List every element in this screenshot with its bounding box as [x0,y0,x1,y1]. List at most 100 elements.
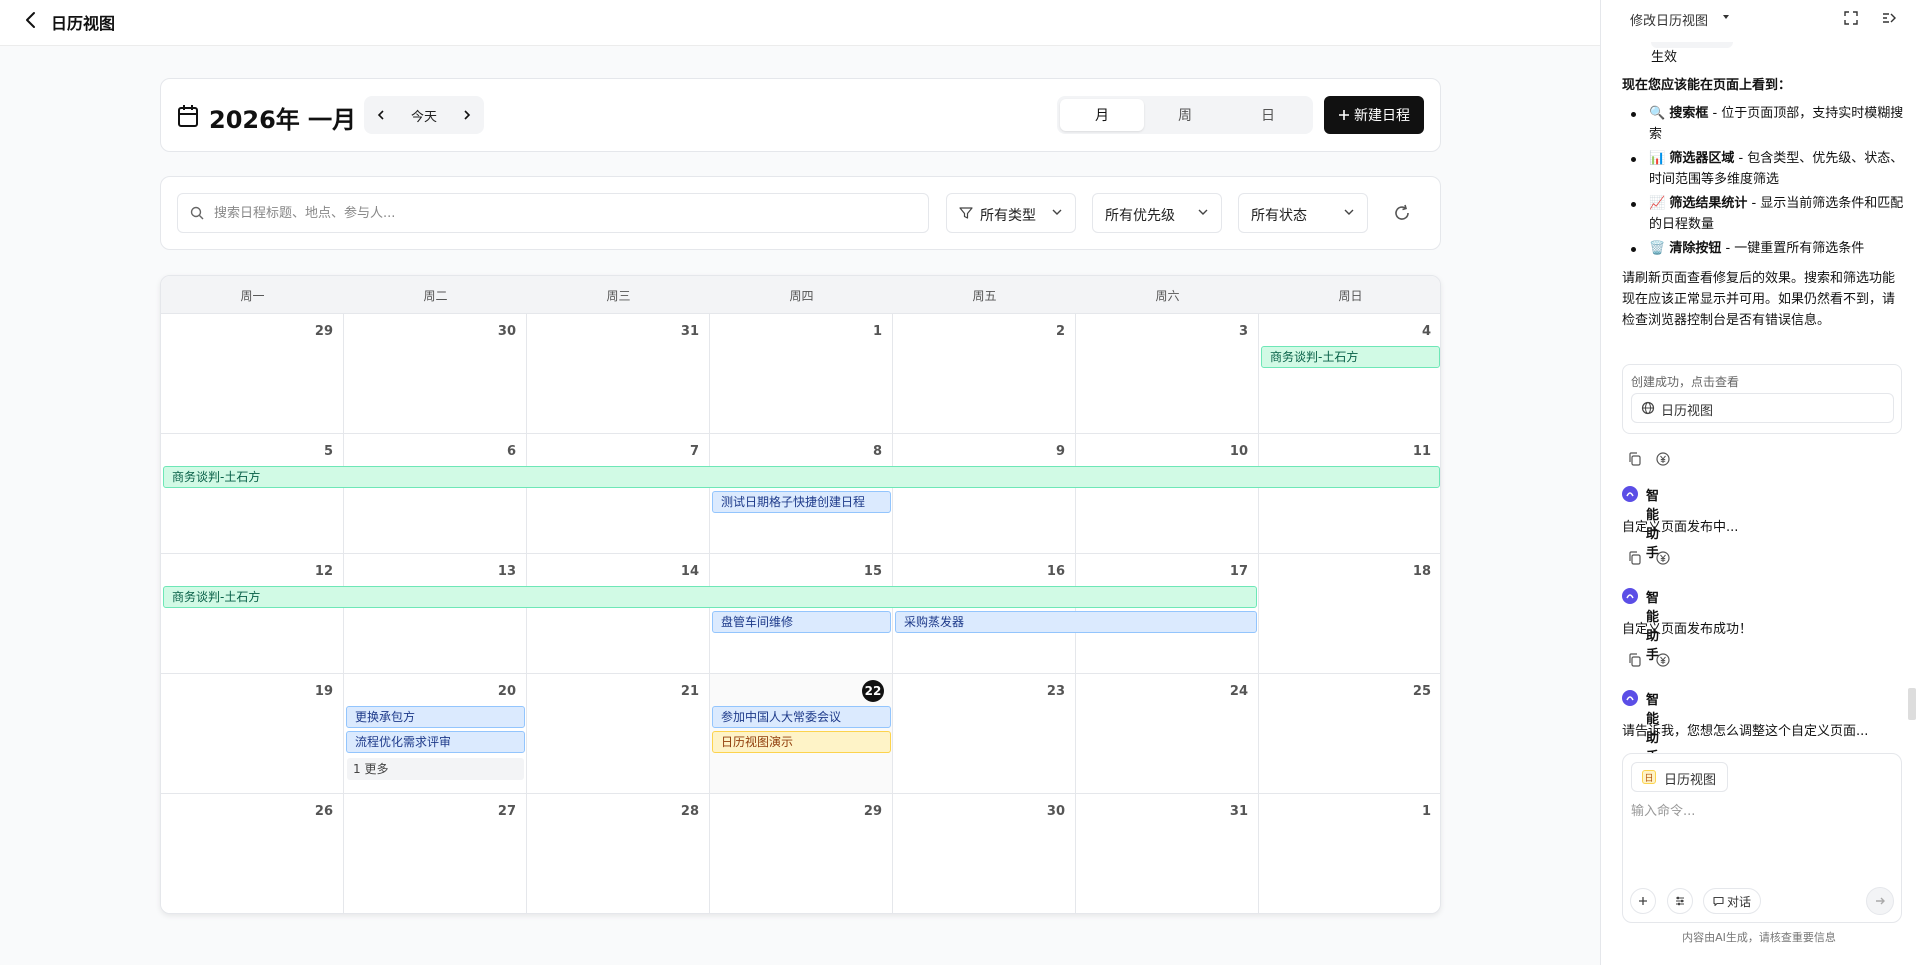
created-page-link[interactable]: 日历视图 [1631,393,1894,423]
new-event-button[interactable]: 新建日程 [1324,96,1424,134]
calendar-event[interactable]: 商务谈判-土石方 [163,466,1440,488]
panel-scrollbar-thumb[interactable] [1908,688,1916,720]
day-cell[interactable]: 7 [527,434,710,554]
day-cell[interactable]: 23 [893,674,1076,794]
chat-mode-button[interactable]: 对话 [1703,888,1761,914]
priority-filter-select[interactable]: 所有优先级 [1092,193,1222,233]
day-cell[interactable]: 13 [344,554,527,674]
calendar-event[interactable]: 采购蒸发器 [895,611,1257,633]
feature-emoji: 🗑️ [1649,241,1666,256]
weekday-label: 周四 [789,288,814,303]
main-area: 2026年 一月 今天 月 周 日 新建日程 搜索日程标题、地点、参与人... … [0,46,1600,965]
day-cell[interactable]: 21 [527,674,710,794]
calendar-event[interactable]: 流程优化需求评审 [346,731,525,753]
day-cell[interactable]: 18 [1259,554,1440,674]
day-cell[interactable]: 3 [1076,314,1259,434]
context-chip[interactable]: 日 日历视图 [1631,762,1728,792]
feature-text: 📊 筛选器区域 - 包含类型、优先级、状态、时间范围等多维度筛选 [1649,148,1904,190]
calendar-page-icon: 日 [1642,770,1656,784]
day-number: 29 [314,324,333,339]
day-number: 10 [1229,444,1248,459]
day-cell[interactable]: 30 [344,314,527,434]
day-cell[interactable]: 6 [344,434,527,554]
day-cell[interactable]: 2 [893,314,1076,434]
feature-emoji: 🔍 [1649,106,1666,121]
day-cell[interactable]: 25 [1259,674,1440,794]
day-cell[interactable]: 9 [893,434,1076,554]
day-cell[interactable]: 12 [161,554,344,674]
type-filter-select[interactable]: 所有类型 [946,193,1076,233]
add-attachment-button[interactable] [1630,888,1656,914]
copy-icon[interactable] [1627,550,1643,566]
currency-icon[interactable] [1655,550,1671,566]
back-arrow-icon[interactable] [20,9,42,31]
copy-icon[interactable] [1627,652,1643,668]
more-events-link[interactable]: 1 更多 [347,758,524,780]
currency-icon[interactable] [1655,652,1671,668]
currency-icon[interactable] [1655,451,1671,467]
previous-month-button[interactable] [364,96,398,134]
tools-button[interactable] [1667,888,1693,914]
collapse-panel-icon[interactable] [1881,10,1897,26]
status-filter-value: 所有状态 [1251,208,1307,224]
priority-filter-value: 所有优先级 [1105,208,1175,224]
day-cell[interactable]: 5 [161,434,344,554]
day-cell[interactable]: 19 [161,674,344,794]
day-number: 9 [1055,444,1065,459]
view-switcher: 月 周 日 [1057,96,1313,134]
day-cell[interactable]: 10 [1076,434,1259,554]
day-cell[interactable]: 29 [161,314,344,434]
calendar-event[interactable]: 参加中国人大常委会议 [712,706,891,728]
intro-text: 现在您应该能在页面上看到： [1622,78,1792,93]
feature-emoji: 📈 [1649,196,1666,211]
panel-title[interactable]: 修改日历视图 [1630,10,1708,29]
day-cell[interactable]: 30 [893,794,1076,913]
day-cell[interactable]: 27 [344,794,527,913]
calendar-event[interactable]: 商务谈判-土石方 [163,586,1257,608]
status-filter-select[interactable]: 所有状态 [1238,193,1368,233]
day-number: 26 [314,804,333,819]
search-input[interactable] [214,194,914,232]
day-cell[interactable]: 11 [1259,434,1440,554]
calendar-event[interactable]: 测试日期格子快捷创建日程 [712,491,891,513]
command-input[interactable] [1631,800,1893,860]
day-cell[interactable]: 24 [1076,674,1259,794]
day-number: 18 [1412,564,1431,579]
send-button[interactable] [1866,887,1894,915]
fullscreen-icon[interactable] [1843,10,1859,26]
day-cell[interactable]: 31 [1076,794,1259,913]
day-number: 24 [1229,684,1248,699]
calendar-event[interactable]: 盘管车间维修 [712,611,891,633]
day-number: 3 [1238,324,1248,339]
calendar-event[interactable]: 更换承包方 [346,706,525,728]
date-navigation: 今天 [364,96,484,134]
day-number: 29 [863,804,882,819]
next-month-button[interactable] [450,96,484,134]
plus-icon [1639,897,1647,905]
reset-filters-icon[interactable] [1390,201,1414,225]
weekday-label: 周二 [423,288,448,303]
day-cell[interactable]: 1 [710,314,893,434]
day-number: 1 [872,324,882,339]
assistant-panel: 修改日历视图 生效 现在您应该能在页面上看到： 🔍 搜索框 - 位于页面顶部，支… [1601,0,1917,965]
tab-month[interactable]: 月 [1060,99,1144,131]
day-cell[interactable]: 14 [527,554,710,674]
day-number: 5 [323,444,333,459]
day-number: 12 [314,564,333,579]
copy-icon[interactable] [1627,451,1643,467]
tab-week[interactable]: 周 [1143,99,1227,131]
calendar-event[interactable]: 日历视图演示 [712,731,891,753]
calendar-event[interactable]: 商务谈判-土石方 [1261,346,1440,368]
caret-down-icon[interactable] [1721,12,1731,22]
day-cell[interactable]: 28 [527,794,710,913]
day-cell[interactable]: 26 [161,794,344,913]
today-button[interactable]: 今天 [398,96,450,134]
day-cell[interactable]: 1 [1259,794,1440,913]
day-cell[interactable]: 31 [527,314,710,434]
today-date-badge: 22 [862,680,884,702]
day-cell[interactable]: 29 [710,794,893,913]
tab-day[interactable]: 日 [1226,99,1310,131]
panel-scrollbar[interactable] [1907,0,1917,965]
day-number: 13 [497,564,516,579]
day-cell[interactable]: 4 [1259,314,1440,434]
